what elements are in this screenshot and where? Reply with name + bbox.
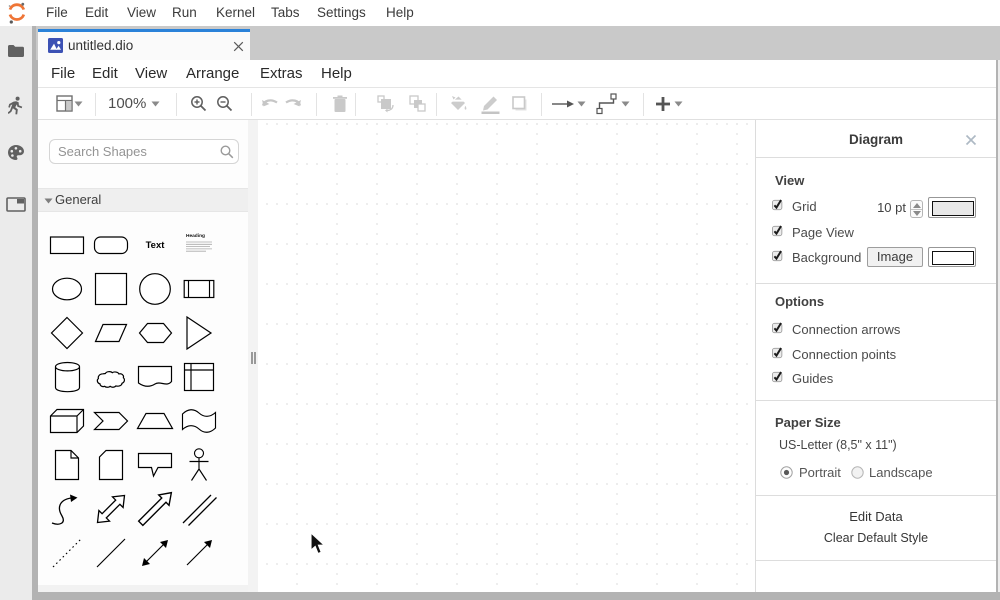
svg-text:Heading: Heading	[186, 233, 205, 239]
